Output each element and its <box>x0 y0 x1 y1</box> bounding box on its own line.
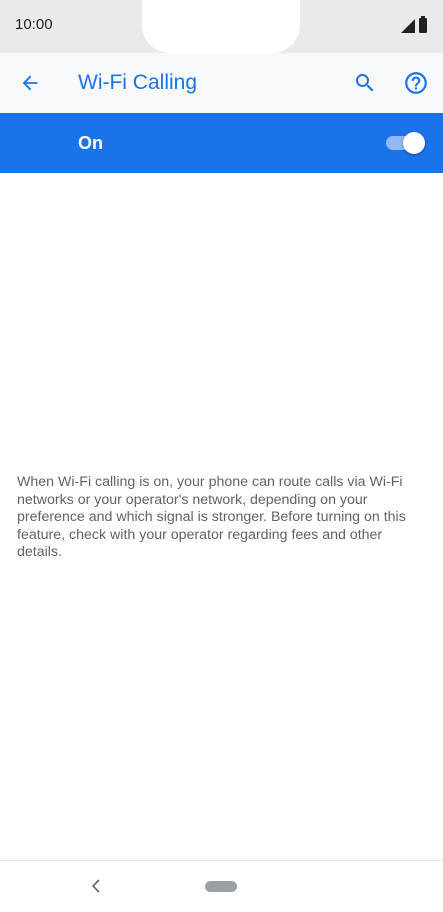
wifi-calling-description: When Wi-Fi calling is on, your phone can… <box>17 474 406 560</box>
toggle-thumb <box>403 132 425 154</box>
help-icon <box>405 72 427 94</box>
help-button[interactable] <box>398 65 434 101</box>
status-icons <box>401 16 427 33</box>
page-title: Wi-Fi Calling <box>78 71 198 94</box>
navigation-bar <box>0 860 443 912</box>
search-icon <box>356 74 374 92</box>
wifi-calling-toggle[interactable] <box>386 132 425 154</box>
wifi-calling-screen: 10:00 Wi-Fi Calling On When Wi-Fi callin… <box>0 0 443 912</box>
status-time: 10:00 <box>15 16 53 33</box>
master-switch-bar[interactable]: On <box>0 113 443 173</box>
home-pill-icon[interactable] <box>205 881 237 892</box>
arrow-back-icon <box>22 75 38 91</box>
battery-icon <box>419 16 427 33</box>
chevron-left-icon <box>91 879 100 893</box>
back-button[interactable] <box>12 65 48 101</box>
status-bar: 10:00 <box>0 0 443 53</box>
display-notch <box>142 0 300 53</box>
signal-icon <box>401 19 415 33</box>
search-button[interactable] <box>347 65 383 101</box>
app-bar: Wi-Fi Calling <box>0 53 443 113</box>
nav-back-button[interactable] <box>88 875 104 897</box>
switch-label: On <box>78 133 103 153</box>
